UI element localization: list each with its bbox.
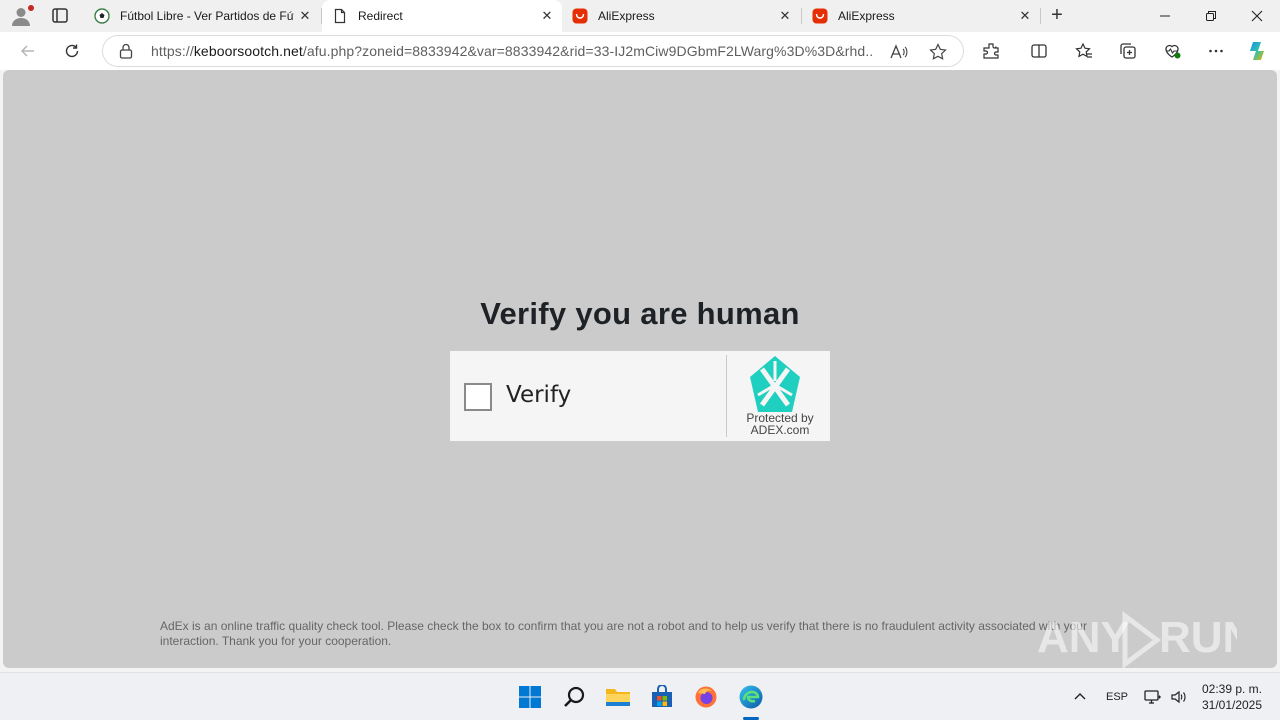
more-options-icon[interactable]	[1201, 36, 1231, 66]
tab-close-button[interactable]: ✕	[1014, 5, 1036, 27]
clock-time: 02:39 p. m.	[1201, 682, 1263, 696]
tab-strip: Fútbol Libre - Ver Partidos de Fútbol ✕ …	[0, 0, 1280, 32]
watermark-text-run: RUN	[1159, 613, 1237, 662]
taskbar-clock[interactable]: 02:39 p. m. 31/01/2025	[1196, 681, 1268, 713]
tab-separator	[1040, 8, 1041, 24]
language-indicator[interactable]: ESP	[1106, 673, 1128, 720]
page-viewport: Verify you are human Verify Protected by…	[3, 70, 1277, 669]
extensions-icon[interactable]	[976, 36, 1006, 66]
back-button[interactable]	[13, 36, 43, 66]
watermark-text-any: ANY	[1037, 613, 1130, 662]
browser-essentials-icon[interactable]	[1157, 36, 1187, 66]
minimize-button[interactable]	[1142, 0, 1188, 32]
start-icon[interactable]	[514, 681, 546, 713]
protected-by-text: Protected by ADEX.com	[730, 412, 830, 436]
soccer-ball-icon	[94, 8, 110, 24]
tab-title: Redirect	[358, 9, 403, 23]
restore-button[interactable]	[1188, 0, 1234, 32]
page-heading: Verify you are human	[480, 296, 800, 331]
verify-checkbox-label[interactable]: Verify	[506, 382, 571, 408]
read-aloud-icon[interactable]	[889, 42, 909, 62]
tab-close-button[interactable]: ✕	[536, 5, 558, 27]
address-bar[interactable]: https://keboorsootch.net/afu.php?zoneid=…	[102, 35, 964, 67]
microsoft-store-icon[interactable]	[646, 681, 678, 713]
firefox-icon[interactable]	[690, 681, 722, 713]
tab-redirect[interactable]: Redirect ✕	[322, 0, 562, 32]
favorites-icon[interactable]	[1069, 36, 1099, 66]
copilot-icon[interactable]	[1243, 36, 1273, 66]
tab-aliexpress-2[interactable]: AliExpress ✕	[802, 0, 1040, 32]
refresh-button[interactable]	[57, 36, 87, 66]
page-icon	[332, 8, 348, 24]
show-hidden-icons-button[interactable]	[1072, 673, 1088, 720]
tab-title: Fútbol Libre - Ver Partidos de Fútbol	[120, 9, 294, 23]
taskbar: ESP 02:39 p. m. 31/01/2025	[0, 672, 1280, 720]
captcha-widget: Verify Protected by ADEX.com	[450, 351, 830, 441]
search-icon[interactable]	[558, 681, 590, 713]
tab-aliexpress-1[interactable]: AliExpress ✕	[562, 0, 800, 32]
url-text[interactable]: https://keboorsootch.net/afu.php?zoneid=…	[151, 43, 873, 59]
network-icon[interactable]	[1144, 673, 1162, 720]
tab-close-button[interactable]: ✕	[774, 5, 796, 27]
browser-toolbar: https://keboorsootch.net/afu.php?zoneid=…	[0, 32, 1280, 70]
tab-title: AliExpress	[598, 9, 655, 23]
url-path: /afu.php?zoneid=8833942&var=8833942&rid=…	[302, 43, 873, 59]
verify-checkbox[interactable]	[464, 383, 492, 411]
adex-notice: AdEx is an online traffic quality check …	[160, 619, 1087, 648]
tab-close-button[interactable]: ✕	[294, 5, 316, 27]
edge-icon[interactable]	[735, 681, 767, 713]
notification-dot	[28, 5, 34, 11]
anyrun-watermark: ANY RUN	[1037, 608, 1254, 669]
aliexpress-icon	[812, 8, 828, 24]
url-host: keboorsootch.net	[193, 43, 303, 59]
lock-icon[interactable]	[119, 43, 133, 59]
captcha-divider	[726, 355, 727, 437]
favorite-star-icon[interactable]	[928, 42, 948, 62]
close-window-button[interactable]	[1234, 0, 1280, 32]
tab-futbol-libre[interactable]: Fútbol Libre - Ver Partidos de Fútbol ✕	[84, 0, 320, 32]
clock-date: 31/01/2025	[1201, 698, 1263, 712]
aliexpress-icon	[572, 8, 588, 24]
split-screen-icon[interactable]	[1024, 36, 1054, 66]
collections-icon[interactable]	[1113, 36, 1143, 66]
tab-actions-icon[interactable]	[49, 7, 71, 25]
adex-logo	[748, 355, 802, 413]
url-prefix: https://	[151, 43, 194, 59]
file-explorer-icon[interactable]	[602, 681, 634, 713]
tab-title: AliExpress	[838, 9, 895, 23]
adex-link[interactable]: ADEX.com	[730, 424, 830, 436]
volume-icon[interactable]	[1170, 673, 1188, 720]
new-tab-button[interactable]: +	[1046, 5, 1068, 27]
